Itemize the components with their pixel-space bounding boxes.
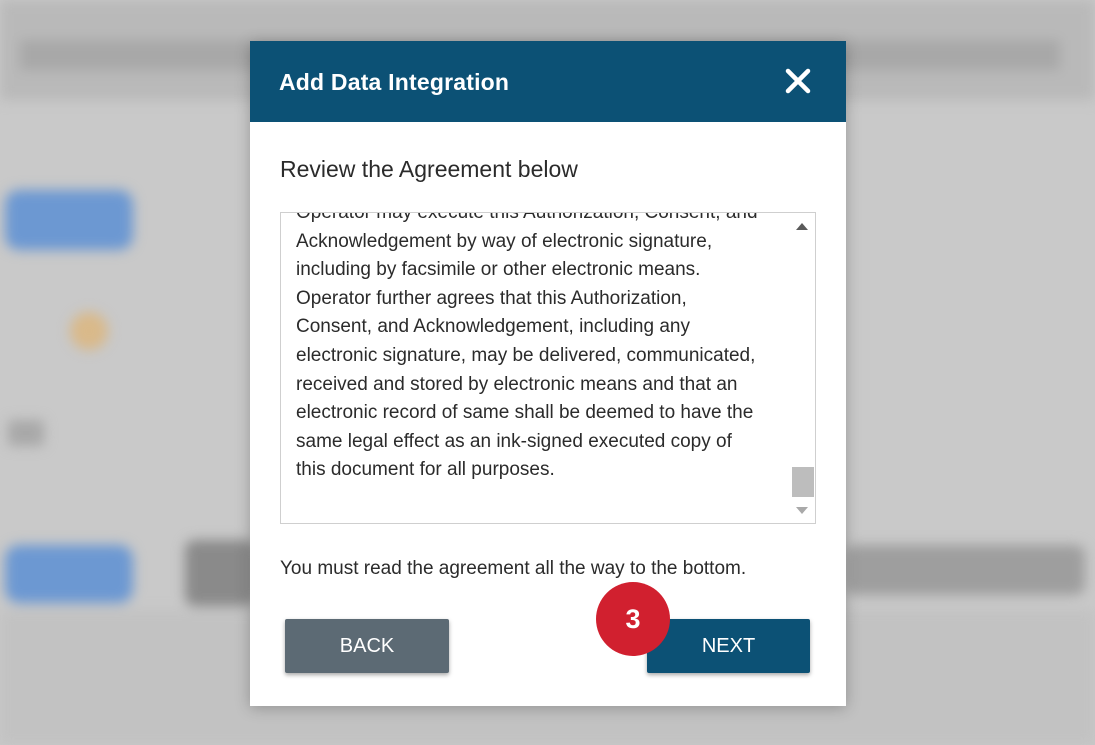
agreement-line: electronic record of same shall be deeme… (296, 402, 754, 424)
back-button[interactable]: BACK (285, 619, 449, 673)
agreement-text: Operator may execute this Authorization,… (296, 212, 786, 485)
dialog-title: Add Data Integration (279, 69, 510, 95)
scrollbar-thumb[interactable] (792, 467, 814, 497)
agreement-line: received and stored by electronic means … (296, 373, 738, 395)
agreement-line: Operator further agrees that this Author… (296, 287, 687, 309)
agreement-line: including by facsimile or other electron… (296, 259, 701, 281)
step-number-badge: 3 (596, 582, 670, 656)
scroll-up-arrow-icon[interactable] (796, 223, 808, 230)
background-button (5, 545, 133, 603)
background-label (8, 420, 44, 446)
next-button[interactable]: NEXT (647, 619, 810, 673)
background-row (845, 545, 1085, 595)
agreement-heading: Review the Agreement below (280, 156, 578, 182)
close-icon (785, 68, 811, 94)
background-icon (70, 312, 108, 350)
agreement-line: Acknowledgement by way of electronic sig… (296, 230, 713, 252)
read-requirement-notice: You must read the agreement all the way … (280, 558, 747, 579)
scroll-down-arrow-icon[interactable] (796, 507, 808, 514)
background-button (5, 190, 133, 250)
dialog-header: Add Data Integration (250, 41, 846, 122)
agreement-scrollbar[interactable] (789, 213, 815, 523)
add-data-integration-dialog: Add Data Integration Review the Agreemen… (250, 41, 846, 706)
agreement-line: same legal effect as an ink-signed execu… (296, 430, 732, 452)
agreement-line: this document for all purposes. (296, 459, 555, 481)
agreement-line: Operator may execute this Authorization,… (296, 212, 758, 223)
close-button[interactable] (782, 65, 814, 97)
background-block (185, 540, 255, 606)
agreement-line: electronic signature, may be delivered, … (296, 344, 756, 366)
agreement-line: Consent, and Acknowledgement, including … (296, 316, 690, 338)
agreement-scroll-area[interactable]: Operator may execute this Authorization,… (280, 212, 816, 524)
